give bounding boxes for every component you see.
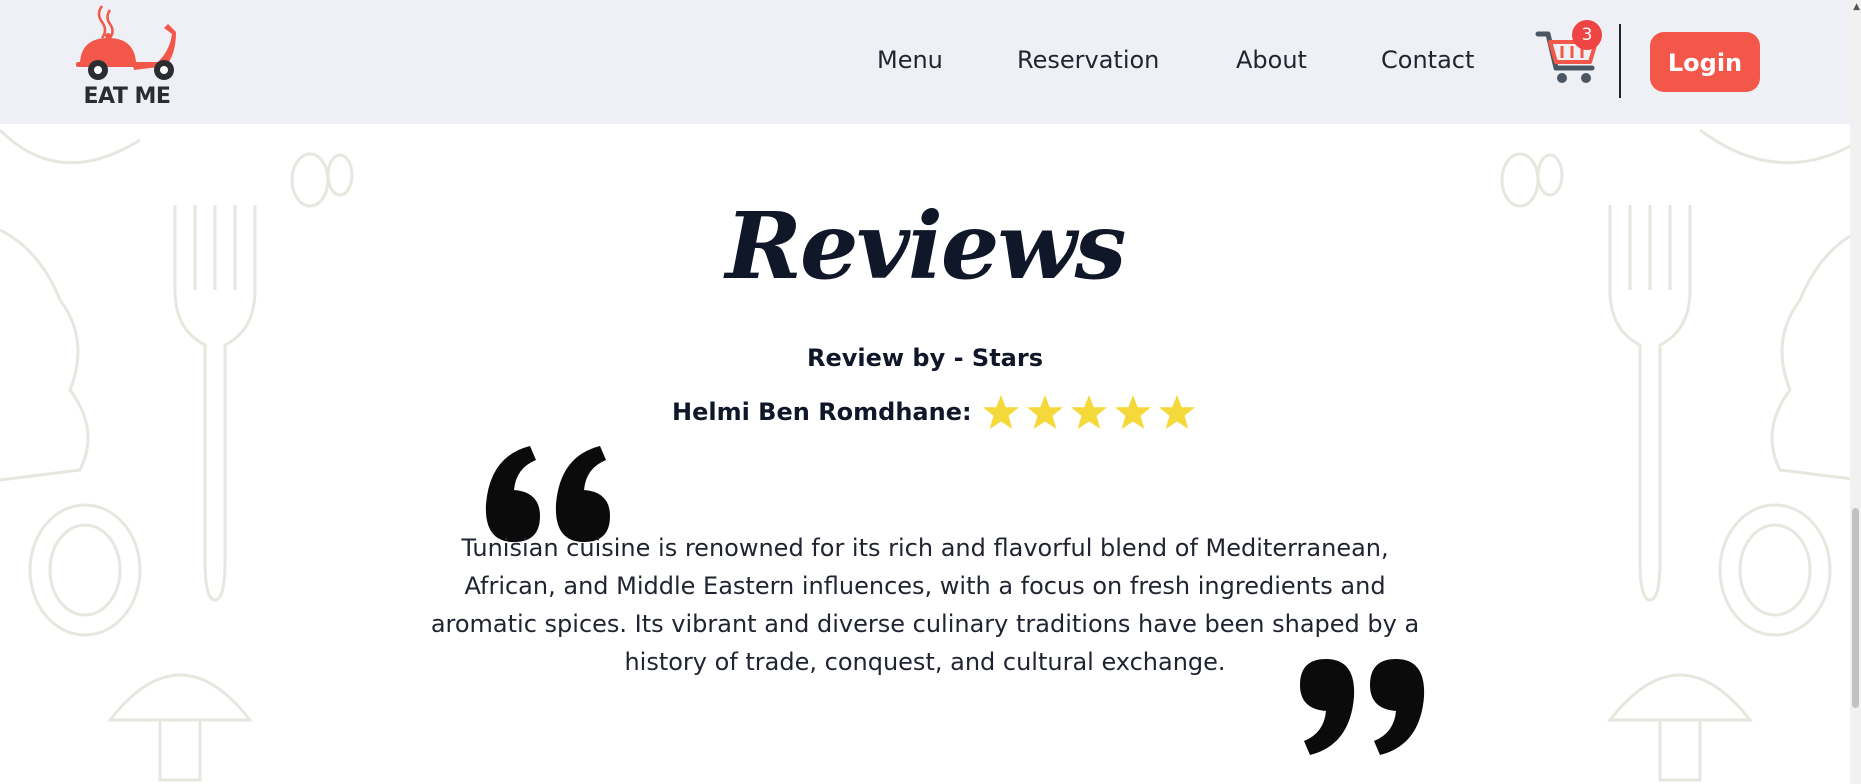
star-icon (982, 394, 1019, 430)
star-icon (1070, 394, 1107, 430)
nav-link-contact[interactable]: Contact (1381, 46, 1474, 74)
reviews-section: Reviews Review by - Stars Helmi Ben Romd… (0, 124, 1850, 784)
scrollbar-thumb[interactable] (1852, 508, 1859, 708)
page-scrollbar[interactable]: ▲ (1850, 0, 1861, 784)
reviews-subtitle: Review by - Stars (806, 344, 1043, 372)
reviewer-name: Helmi Ben Romdhane: (672, 398, 972, 426)
nav-link-reservation[interactable]: Reservation (1017, 46, 1159, 74)
brand-name: EAT ME (83, 84, 171, 109)
nav-link-menu[interactable]: Menu (877, 46, 943, 74)
star-icon (1026, 394, 1063, 430)
top-navbar: EAT ME Menu Reservation About Contact 3 … (0, 0, 1850, 124)
scroll-up-icon[interactable]: ▲ (1853, 2, 1860, 12)
nav-divider (1619, 24, 1621, 98)
brand-logo[interactable]: EAT ME (72, 4, 182, 116)
login-button[interactable]: Login (1650, 32, 1760, 92)
star-icon (1114, 394, 1151, 430)
star-icon (1158, 394, 1195, 430)
reviews-heading: Reviews (725, 192, 1127, 300)
close-quote-icon (1300, 659, 1425, 755)
delivery-scooter-icon (76, 5, 176, 80)
nav-link-about[interactable]: About (1236, 46, 1307, 74)
reviewer-row: Helmi Ben Romdhane: (672, 392, 1202, 432)
review-text: Tunisian cuisine is renowned for its ric… (430, 534, 1420, 676)
cart-count-badge: 3 (1572, 20, 1602, 50)
